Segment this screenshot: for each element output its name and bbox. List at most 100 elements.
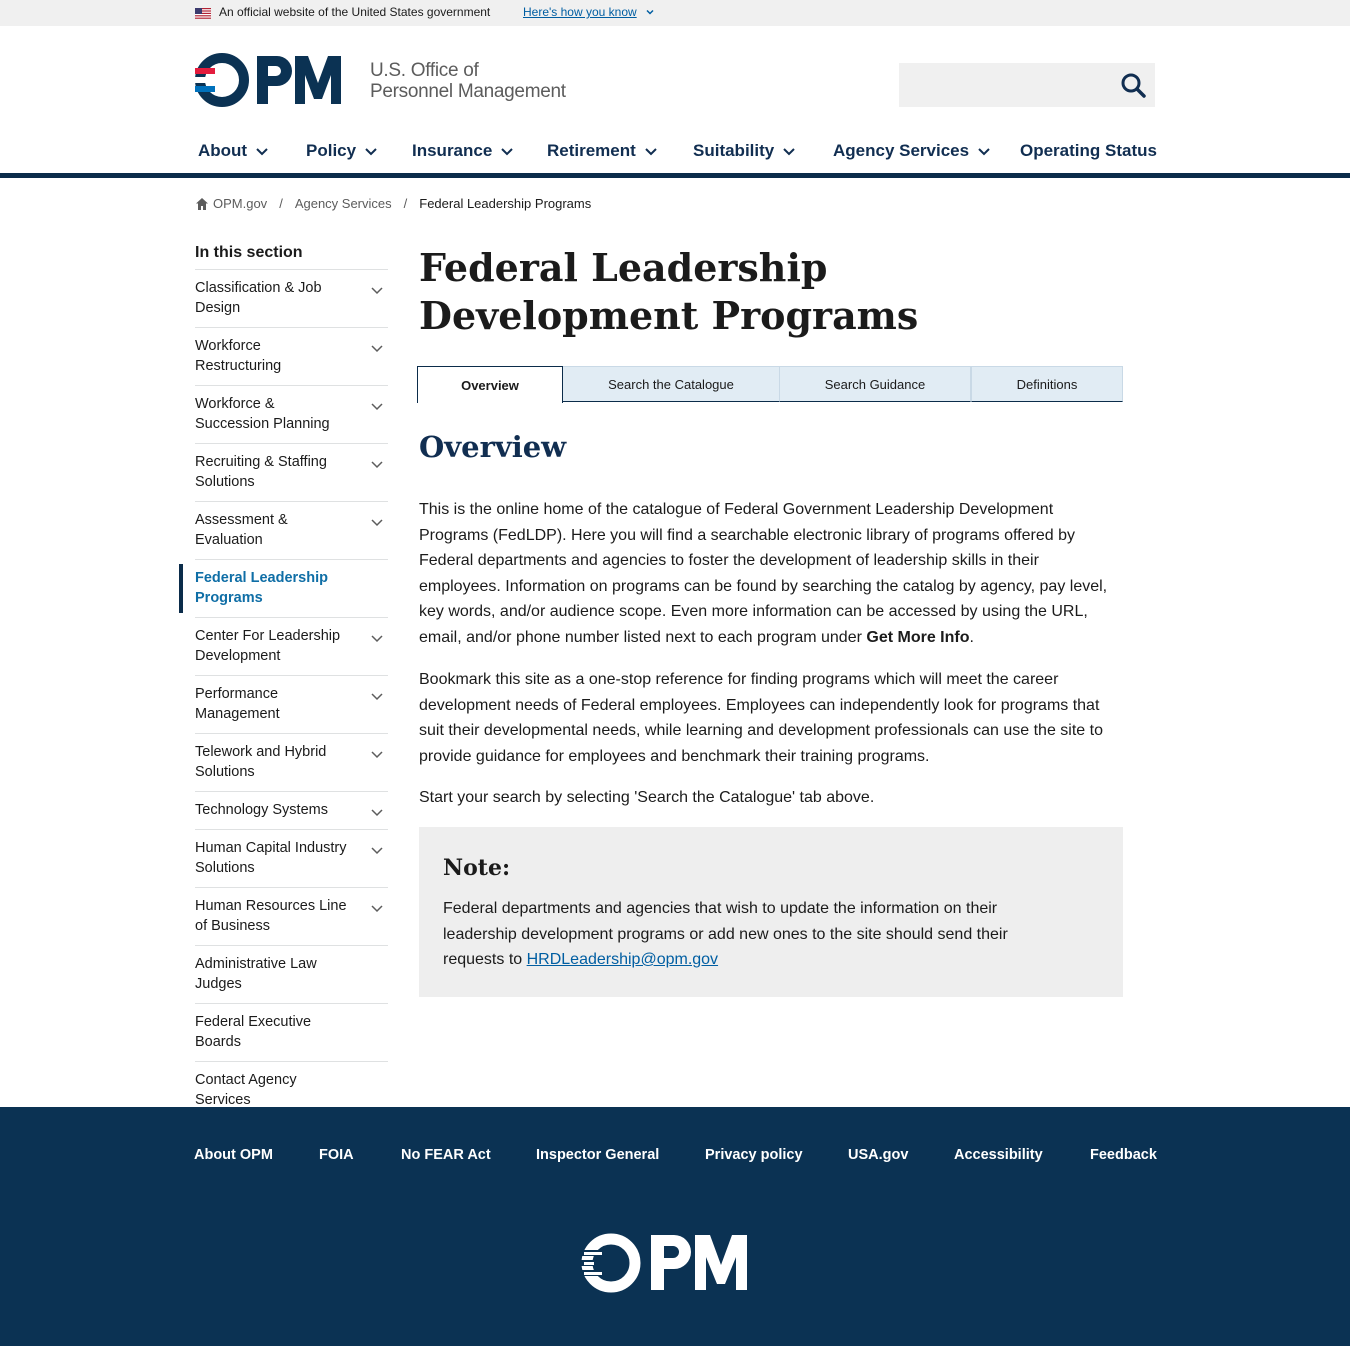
email-link[interactable]: HRDLeadership@opm.gov (527, 951, 718, 968)
chevron-down-icon[interactable] (644, 6, 656, 18)
sidebar-item-federal-leadership[interactable]: Federal Leadership Programs (179, 560, 388, 618)
chevron-down-icon[interactable] (370, 747, 384, 761)
chevron-down-icon[interactable] (370, 515, 384, 529)
nav-label: Policy (306, 141, 357, 160)
nav-label: Operating Status (1020, 141, 1157, 160)
sidebar-item-classification[interactable]: Classification & Job Design (195, 270, 388, 328)
sidebar-item-label: Administrative Law Judges (195, 956, 317, 992)
chevron-down-icon[interactable] (370, 341, 384, 355)
tab-definitions[interactable]: Definitions (971, 366, 1123, 402)
nav-label: Insurance (412, 141, 493, 160)
section-title: Overview (419, 430, 567, 464)
sidebar-item-workforce-restructuring[interactable]: Workforce Restructuring (195, 328, 388, 386)
chevron-down-icon[interactable] (370, 399, 384, 413)
sidebar-item-label: Human Resources Line of Business (195, 898, 347, 934)
sidebar-item-telework[interactable]: Telework and Hybrid Solutions (195, 734, 388, 792)
sidebar-heading: In this section (195, 243, 388, 270)
main-nav: About Policy Insurance Retirement Suitab… (0, 128, 1350, 178)
home-icon (196, 197, 208, 210)
footer-link-inspector-general[interactable]: Inspector General (536, 1147, 659, 1163)
sidebar-item-label: Federal Leadership Programs (195, 570, 328, 606)
sidebar-item-recruiting-staffing[interactable]: Recruiting & Staffing Solutions (195, 444, 388, 502)
tab-bar: Search the Catalogue Search Guidance Def… (417, 366, 1123, 403)
footer-link-usa-gov[interactable]: USA.gov (848, 1147, 908, 1163)
sidebar-item-label: Workforce & Succession Planning (195, 396, 330, 432)
sidebar-item-assessment[interactable]: Assessment & Evaluation (195, 502, 388, 560)
chevron-down-icon[interactable] (370, 843, 384, 857)
chevron-down-icon[interactable] (370, 283, 384, 297)
sidebar-item-technology[interactable]: Technology Systems (195, 792, 388, 830)
footer-opm-logo[interactable] (580, 1232, 765, 1294)
search-button[interactable] (1110, 63, 1155, 107)
sidebar-item-label: Workforce Restructuring (195, 338, 282, 374)
sidebar-item-label: Performance Management (195, 686, 280, 722)
chevron-down-icon[interactable] (370, 689, 384, 703)
nav-operating-status[interactable]: Operating Status (1020, 141, 1157, 161)
chevron-down-icon (783, 148, 795, 156)
sidebar-item-center-leadership[interactable]: Center For Leadership Development (195, 618, 388, 676)
tab-search-guidance[interactable]: Search Guidance (779, 366, 971, 402)
footer-link-accessibility[interactable]: Accessibility (954, 1147, 1043, 1163)
tab-search-catalogue[interactable]: Search the Catalogue (562, 366, 780, 402)
intro-text: This is the online home of the catalogue… (419, 501, 1108, 646)
sidebar-item-federal-executive-boards[interactable]: Federal Executive Boards (195, 1004, 388, 1062)
nav-label: Retirement (547, 141, 636, 160)
heres-how-you-know-link[interactable]: Here's how you know (523, 5, 637, 19)
opm-logo[interactable] (195, 53, 355, 107)
search-icon (1121, 73, 1146, 98)
note-box: Note: Federal departments and agencies t… (419, 827, 1123, 997)
sidebar-item-human-capital[interactable]: Human Capital Industry Solutions (195, 830, 388, 888)
nav-policy[interactable]: Policy (306, 141, 378, 161)
gov-banner-text: An official website of the United States… (219, 5, 491, 19)
get-more-info-label: Get More Info (866, 628, 970, 646)
footer-link-foia[interactable]: FOIA (319, 1147, 354, 1163)
note-title: Note: (443, 855, 511, 881)
intro-text-end: . (969, 628, 974, 646)
breadcrumb-home-link[interactable]: OPM.gov (213, 196, 267, 211)
sidebar-item-succession-planning[interactable]: Workforce & Succession Planning (195, 386, 388, 444)
chevron-down-icon[interactable] (370, 901, 384, 915)
chevron-down-icon (501, 148, 514, 156)
chevron-down-icon[interactable] (370, 457, 384, 471)
sidebar-item-label: Human Capital Industry Solutions (195, 840, 347, 876)
chevron-down-icon (645, 148, 657, 156)
nav-label: About (198, 141, 248, 160)
chevron-down-icon (256, 148, 268, 156)
nav-suitability[interactable]: Suitability (693, 141, 796, 161)
breadcrumb-agency-services-link[interactable]: Agency Services (295, 196, 392, 211)
footer-link-privacy-policy[interactable]: Privacy policy (705, 1147, 803, 1163)
sidebar-item-admin-law-judges[interactable]: Administrative Law Judges (195, 946, 388, 1004)
sidebar-item-performance[interactable]: Performance Management (195, 676, 388, 734)
sidebar-item-label: Assessment & Evaluation (195, 512, 288, 548)
sidebar-item-label: Telework and Hybrid Solutions (195, 744, 327, 780)
start-search-paragraph: Start your search by selecting 'Search t… (419, 789, 875, 806)
sidebar-item-label: Technology Systems (195, 802, 328, 818)
bookmark-paragraph: Bookmark this site as a one-stop referen… (419, 671, 1103, 765)
footer-link-about-opm[interactable]: About OPM (194, 1147, 273, 1163)
nav-insurance[interactable]: Insurance (412, 141, 514, 161)
sidebar-item-hr-line-of-business[interactable]: Human Resources Line of Business (195, 888, 388, 946)
us-flag-icon (195, 8, 211, 19)
sidebar-item-label: Center For Leadership Development (195, 628, 341, 664)
chevron-down-icon[interactable] (370, 805, 384, 819)
nav-label: Suitability (693, 141, 775, 160)
nav-about[interactable]: About (198, 141, 269, 161)
chevron-down-icon (978, 148, 990, 156)
sidebar-nav: In this section Classification & Job Des… (179, 243, 388, 1120)
nav-retirement[interactable]: Retirement (547, 141, 658, 161)
chevron-down-icon[interactable] (370, 631, 384, 645)
sidebar-item-label: Recruiting & Staffing Solutions (195, 454, 327, 490)
sidebar-item-label: Federal Executive Boards (195, 1014, 312, 1050)
nav-agency-services[interactable]: Agency Services (833, 141, 991, 161)
footer-link-feedback[interactable]: Feedback (1090, 1147, 1157, 1163)
breadcrumb-separator: / (279, 196, 283, 211)
search-input[interactable] (899, 63, 1109, 107)
sidebar-item-label: Contact Agency Services (195, 1072, 297, 1108)
breadcrumb: OPM.gov / Agency Services / Federal Lead… (195, 196, 591, 211)
agency-name-line2: Personnel Management (370, 81, 566, 102)
gov-banner: An official website of the United States… (0, 0, 1350, 26)
note-text: Federal departments and agencies that wi… (443, 896, 1063, 973)
tab-overview[interactable]: Overview (417, 366, 563, 403)
footer-link-no-fear-act[interactable]: No FEAR Act (401, 1147, 491, 1163)
nav-divider (0, 173, 1350, 178)
